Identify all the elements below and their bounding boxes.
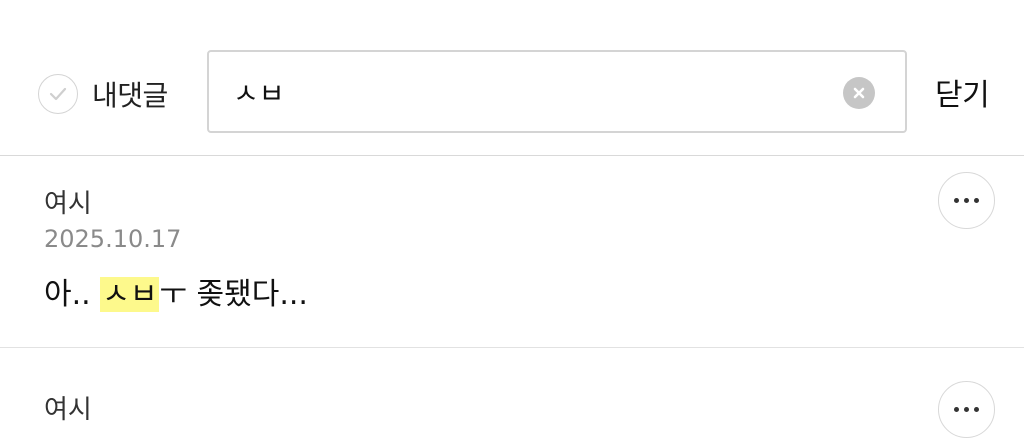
search-input[interactable] (233, 66, 823, 118)
more-options-button[interactable] (938, 172, 995, 229)
my-comments-toggle[interactable]: 내댓글 (38, 72, 168, 116)
search-match-highlight: ㅅㅂ (100, 277, 160, 312)
close-button[interactable]: 닫기 (935, 70, 990, 114)
comment-item: 여시 2025.10.17 아.. ㅅㅂㅜ 좆됐다... (0, 157, 1024, 348)
comment-text-before: 아.. (44, 277, 101, 312)
my-comments-label: 내댓글 (92, 79, 168, 112)
comment-author: 여시 (44, 189, 92, 219)
comment-search-bar: 내댓글 닫기 (0, 0, 1024, 156)
more-dots-icon (954, 198, 979, 203)
comment-item: 여시 (0, 349, 1024, 438)
comment-text: 아.. ㅅㅂㅜ 좆됐다... (44, 273, 308, 317)
comment-text-after: ㅜ 좆됐다... (159, 277, 308, 312)
search-box (207, 50, 907, 133)
clear-x-icon[interactable] (843, 77, 875, 109)
more-options-button[interactable] (938, 381, 995, 438)
check-icon[interactable] (38, 74, 78, 114)
comment-date: 2025.10.17 (44, 225, 182, 253)
